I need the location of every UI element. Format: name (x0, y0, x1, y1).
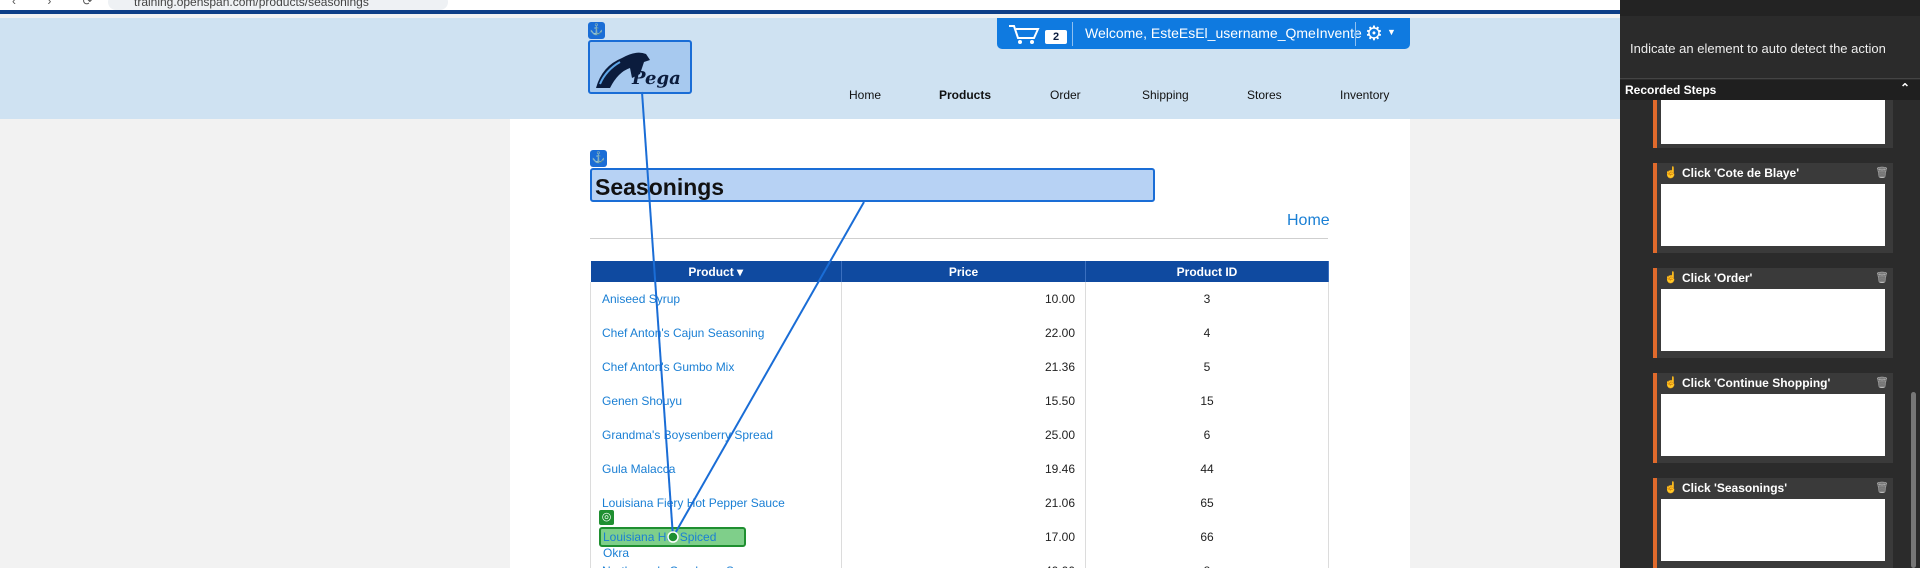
browser-nav-buttons[interactable]: ‹ › ⟳ (12, 0, 107, 8)
table-row: Chef Anton's Gumbo Mix 21.36 5 (590, 350, 1329, 384)
product-link[interactable]: Aniseed Syrup (590, 282, 842, 316)
price-cell: 19.46 (841, 452, 1086, 486)
step-label: Click 'Seasonings' (1682, 481, 1788, 495)
step-thumbnail (1661, 289, 1885, 351)
divider (1355, 22, 1356, 46)
chevron-up-icon[interactable]: ⌃ (1900, 81, 1910, 95)
column-header-product[interactable]: Product ▾ (590, 261, 842, 282)
product-id-cell: 3 (1085, 282, 1329, 316)
product-id-cell: 6 (1085, 418, 1329, 452)
trash-icon[interactable]: 🗑 (1875, 271, 1889, 284)
step-thumbnail (1661, 100, 1885, 144)
home-link[interactable]: Home (1287, 212, 1330, 230)
price-cell: 21.06 (841, 486, 1086, 520)
product-link[interactable]: Gula Malacca (590, 452, 842, 486)
gear-icon[interactable]: ⚙ (1365, 21, 1383, 46)
nav-inventory[interactable]: Inventory (1340, 88, 1389, 102)
recorded-step[interactable]: ☝ Click 'Cote de Blaye' 🗑 (1653, 163, 1893, 253)
recorded-step[interactable]: ☝ Click 'Continue Shopping' 🗑 (1653, 373, 1893, 463)
highlighted-product-link[interactable]: Louisiana Hot Spiced Okra (599, 527, 746, 560)
nav-stores[interactable]: Stores (1247, 88, 1282, 102)
column-header-product-id[interactable]: Product ID (1085, 261, 1329, 282)
recorded-steps-label: Recorded Steps (1625, 83, 1717, 97)
nav-home[interactable]: Home (849, 88, 881, 102)
logo-text: Pega (632, 68, 681, 89)
cart-icon (1009, 25, 1040, 44)
product-link[interactable]: Genen Shouyu (590, 384, 842, 418)
table-row: Chef Anton's Cajun Seasoning 22.00 4 (590, 316, 1329, 350)
price-cell: 22.00 (841, 316, 1086, 350)
step-label: Click 'Continue Shopping' (1682, 376, 1831, 390)
click-step-icon: ☝ (1664, 482, 1678, 494)
pega-logo[interactable]: Pega (588, 40, 692, 94)
product-link[interactable]: Louisiana Fiery Hot Pepper Sauce (590, 486, 842, 520)
divider (1620, 78, 1920, 79)
product-id-cell: 44 (1085, 452, 1329, 486)
step-thumbnail (1661, 499, 1885, 561)
nav-shipping[interactable]: Shipping (1142, 88, 1189, 102)
table-row: Gula Malacca 19.46 44 (590, 452, 1329, 486)
browser-toolbar: ‹ › ⟳ training.openspan.com/products/sea… (0, 0, 1620, 14)
chevron-down-icon[interactable]: ▼ (1387, 27, 1396, 37)
product-link[interactable]: Grandma's Boysenberry Spread (590, 418, 842, 452)
nav-order[interactable]: Order (1050, 88, 1081, 102)
table-header-row: Product ▾ Price Product ID (590, 261, 1329, 282)
anchor-icon[interactable]: ⚓ (588, 22, 605, 39)
table-row: Genen Shouyu 15.50 15 (590, 384, 1329, 418)
trash-icon[interactable]: 🗑 (1875, 481, 1889, 494)
product-id-cell: 15 (1085, 384, 1329, 418)
product-link[interactable]: Chef Anton's Gumbo Mix (590, 350, 842, 384)
page-title-text: Seasonings (595, 174, 725, 200)
table-row: Grandma's Boysenberry Spread 25.00 6 (590, 418, 1329, 452)
user-bar: 2 Welcome, EsteEsEl_username_QmeInvente … (997, 18, 1410, 49)
recorded-step[interactable]: ☝ Click 'Order' 🗑 (1653, 268, 1893, 358)
page-title: Seasonings (590, 168, 1155, 202)
price-cell: 25.00 (841, 418, 1086, 452)
anchor-icon[interactable]: ⚓ (590, 150, 607, 167)
recorder-panel: Indicate an element to auto detect the a… (1620, 0, 1920, 568)
products-table: Product ▾ Price Product ID Aniseed Syrup… (590, 261, 1329, 568)
trash-icon[interactable]: 🗑 (1875, 166, 1889, 179)
table-row: Northwoods Cranberry Sauce 40.00 8 (590, 554, 1329, 568)
welcome-text: Welcome, EsteEsEl_username_QmeInvente (1085, 25, 1362, 41)
product-link[interactable]: Chef Anton's Cajun Seasoning (590, 316, 842, 350)
divider (590, 238, 1328, 239)
price-cell: 17.00 (841, 520, 1086, 554)
price-cell: 40.00 (841, 554, 1086, 568)
table-row: Aniseed Syrup 10.00 3 (590, 282, 1329, 316)
trash-icon[interactable]: 🗑 (1875, 376, 1889, 389)
click-step-icon: ☝ (1664, 167, 1678, 179)
column-header-price[interactable]: Price (841, 261, 1086, 282)
price-cell: 15.50 (841, 384, 1086, 418)
step-thumbnail (1661, 184, 1885, 246)
recorded-steps-header[interactable]: Recorded Steps ⌃ (1620, 80, 1920, 100)
divider (1072, 22, 1073, 46)
step-label: Click 'Order' (1682, 271, 1753, 285)
address-bar[interactable]: training.openspan.com/products/seasoning… (108, 0, 448, 10)
step-thumbnail (1661, 394, 1885, 456)
step-label: Click 'Cote de Blaye' (1682, 166, 1800, 180)
recorded-step-partial[interactable] (1653, 100, 1893, 148)
product-id-cell: 8 (1085, 554, 1329, 568)
target-icon: ◎ (599, 510, 614, 525)
panel-toolbar (1620, 0, 1920, 16)
table-row: Louisiana Fiery Hot Pepper Sauce 21.06 6… (590, 486, 1329, 520)
click-step-icon: ☝ (1664, 377, 1678, 389)
product-id-cell: 5 (1085, 350, 1329, 384)
panel-hint: Indicate an element to auto detect the a… (1630, 41, 1886, 56)
cart-button[interactable]: 2 (1007, 23, 1067, 44)
product-id-cell: 4 (1085, 316, 1329, 350)
click-step-icon: ☝ (1664, 272, 1678, 284)
recorded-step[interactable]: ☝ Click 'Seasonings' 🗑 (1653, 478, 1893, 568)
price-cell: 21.36 (841, 350, 1086, 384)
product-id-cell: 65 (1085, 486, 1329, 520)
price-cell: 10.00 (841, 282, 1086, 316)
nav-products[interactable]: Products (939, 88, 991, 102)
product-id-cell: 66 (1085, 520, 1329, 554)
panel-scrollbar[interactable] (1911, 392, 1916, 568)
cart-count-badge: 2 (1045, 30, 1067, 44)
